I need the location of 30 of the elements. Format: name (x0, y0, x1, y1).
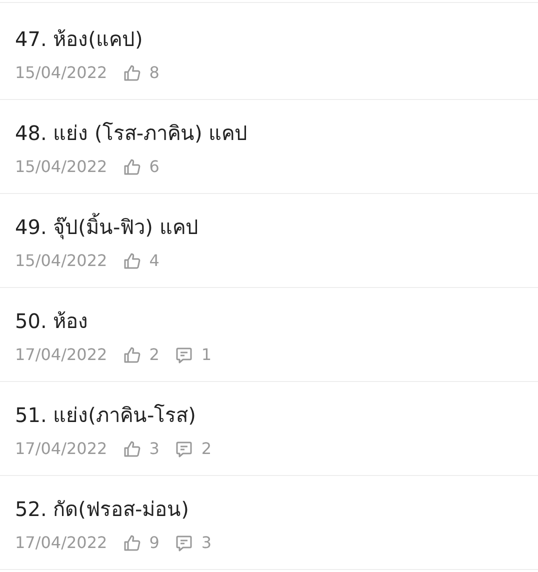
thumbs-up-icon (123, 440, 142, 458)
comment-count: 3 (201, 533, 212, 552)
thumbs-up-icon (123, 64, 142, 82)
post-date: 15/04/2022 (15, 251, 108, 270)
thumbs-up-icon (123, 158, 142, 176)
post-date: 17/04/2022 (15, 345, 108, 364)
thumbs-up-icon (123, 346, 142, 364)
post-title[interactable]: 51. แย่ง(ภาคิน-โรส) (15, 402, 196, 428)
post-date: 17/04/2022 (15, 533, 108, 552)
comment-icon (175, 346, 194, 364)
like-count: 9 (149, 533, 160, 552)
comment-icon (175, 534, 194, 552)
post-title[interactable]: 48. แย่ง (โรส-ภาคิน) แคป (15, 120, 248, 146)
like-count: 6 (149, 157, 160, 176)
like-count: 3 (149, 439, 160, 458)
post-title[interactable]: 50. ห้อง (15, 308, 88, 334)
post-date: 15/04/2022 (15, 63, 108, 82)
post-date: 15/04/2022 (15, 157, 108, 176)
comment-icon (175, 440, 194, 458)
post-title[interactable]: 47. ห้อง(แคป) (15, 26, 143, 52)
post-title[interactable]: 49. จุ๊ป(มิ้น-ฟิว) แคป (15, 214, 198, 240)
thumbs-up-icon (123, 534, 142, 552)
like-count: 8 (149, 63, 160, 82)
post-title[interactable]: 52. กัด(ฟรอส-ม่อน) (15, 496, 189, 522)
thumbs-up-icon (123, 252, 142, 270)
comment-count: 2 (201, 439, 212, 458)
post-date: 17/04/2022 (15, 439, 108, 458)
like-count: 2 (149, 345, 160, 364)
like-count: 4 (149, 251, 160, 270)
comment-count: 1 (201, 345, 212, 364)
